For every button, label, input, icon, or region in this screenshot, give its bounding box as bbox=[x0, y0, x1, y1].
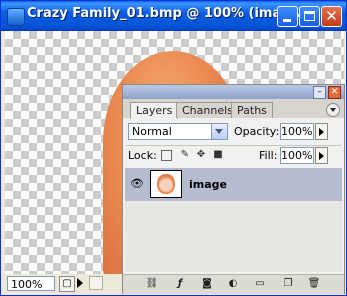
lock-transparent-icon[interactable] bbox=[161, 150, 172, 161]
status-menu-arrow-icon[interactable] bbox=[77, 278, 83, 288]
palette-bottom-bar: ⛓ ƒ ◙ ◐ ▭ ❐ 🗑 bbox=[123, 274, 344, 294]
layer-list: 👁 image bbox=[125, 168, 342, 272]
palette-close-button[interactable]: ✕ bbox=[328, 86, 341, 99]
fill-label: Fill: bbox=[259, 149, 278, 162]
eye-icon[interactable]: 👁 bbox=[130, 177, 144, 191]
layer-thumbnail bbox=[150, 170, 182, 198]
photoshop-document-icon[interactable] bbox=[7, 8, 25, 26]
lock-all-icon[interactable]: ■ bbox=[212, 149, 224, 161]
lock-label: Lock: bbox=[128, 149, 157, 162]
blend-mode-select[interactable]: Normal bbox=[128, 123, 228, 140]
divider bbox=[126, 145, 341, 146]
maximize-button[interactable] bbox=[299, 6, 320, 27]
tab-layers[interactable]: Layers bbox=[130, 102, 179, 119]
palette-title-bar[interactable]: – ✕ bbox=[123, 85, 344, 99]
tab-channels[interactable]: Channels bbox=[176, 102, 239, 118]
fill-slider-button[interactable] bbox=[315, 147, 328, 164]
window-title: Crazy Family_01.bmp @ 100% (imag... bbox=[27, 6, 306, 21]
mask-icon[interactable]: ◙ bbox=[200, 278, 214, 290]
close-icon: ✕ bbox=[325, 7, 338, 25]
title-bar[interactable]: Crazy Family_01.bmp @ 100% (imag... ✕ bbox=[1, 1, 346, 31]
new-layer-icon[interactable]: ❐ bbox=[281, 278, 295, 290]
link-icon[interactable]: ⛓ bbox=[145, 278, 159, 290]
blend-mode-value: Normal bbox=[132, 125, 172, 138]
thumbnail-image bbox=[157, 174, 175, 194]
palette-minimize-button[interactable]: – bbox=[313, 86, 326, 99]
layer-name[interactable]: image bbox=[189, 178, 227, 191]
chevron-down-icon[interactable] bbox=[211, 124, 227, 139]
close-button[interactable]: ✕ bbox=[321, 6, 342, 27]
lock-brush-icon[interactable]: ✎ bbox=[179, 149, 191, 161]
tab-paths[interactable]: Paths bbox=[231, 102, 273, 118]
layers-palette: – ✕ Layers Channels Paths Normal Opacity… bbox=[122, 84, 345, 294]
palette-menu-icon[interactable] bbox=[326, 103, 340, 117]
opacity-label: Opacity: bbox=[234, 125, 280, 138]
zoom-field[interactable]: 100% bbox=[7, 276, 55, 291]
trash-icon[interactable]: 🗑 bbox=[307, 278, 321, 290]
new-group-icon[interactable]: ▭ bbox=[253, 278, 267, 290]
minimize-button[interactable] bbox=[277, 6, 298, 27]
layer-style-icon[interactable]: ƒ bbox=[173, 278, 187, 290]
palette-tabs: Layers Channels Paths bbox=[123, 99, 344, 119]
lock-move-icon[interactable]: ✥ bbox=[195, 149, 207, 161]
fill-field[interactable]: 100% bbox=[280, 147, 314, 164]
maximize-icon bbox=[304, 11, 315, 21]
opacity-slider-button[interactable] bbox=[315, 123, 328, 140]
scroll-left-button[interactable] bbox=[89, 276, 103, 290]
adjustment-layer-icon[interactable]: ◐ bbox=[226, 278, 240, 290]
opacity-field[interactable]: 100% bbox=[280, 123, 314, 140]
layer-row[interactable]: 👁 image bbox=[125, 168, 342, 201]
page-icon[interactable]: ▢ bbox=[59, 276, 75, 292]
minimize-icon bbox=[283, 19, 291, 22]
